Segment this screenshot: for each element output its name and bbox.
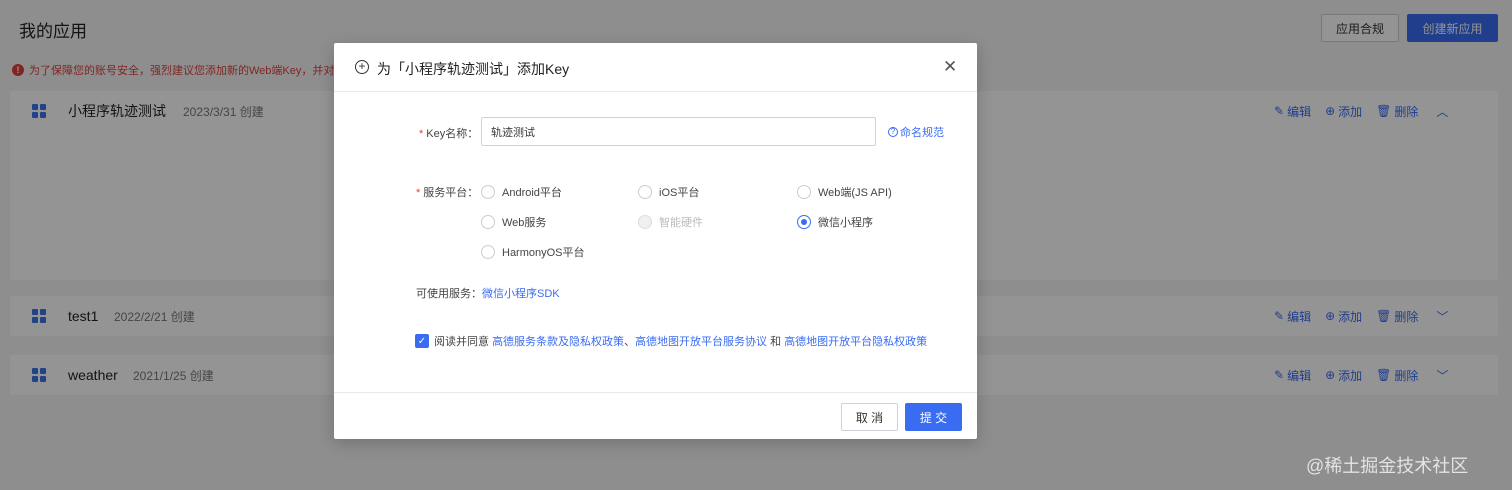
dialog-footer: 取 消 提 交 [334, 392, 977, 439]
cancel-button[interactable]: 取 消 [841, 403, 898, 431]
key-name-label: * Key名称： [419, 128, 479, 140]
platform-label: * 服务平台： [416, 187, 479, 199]
agreement-row: ✓ 阅读并同意 高德服务条款及隐私权政策 、 高德地图开放平台服务协议 和 高德… [415, 333, 927, 349]
dialog-title: 为「小程序轨迹测试」添加Key [377, 61, 570, 77]
radio-circle [638, 215, 652, 229]
radio-web-service[interactable]: Web服务 [481, 214, 546, 230]
radio-wechat-miniprogram[interactable]: 微信小程序 [797, 214, 873, 230]
submit-button[interactable]: 提 交 [905, 403, 962, 431]
service-agreement-link[interactable]: 高德地图开放平台服务协议 [635, 333, 767, 349]
radio-circle [481, 185, 495, 199]
available-services: 可使用服务：微信小程序SDK [416, 288, 560, 300]
radio-circle [481, 215, 495, 229]
radio-android[interactable]: Android平台 [481, 184, 562, 200]
close-icon[interactable]: ✕ [943, 57, 957, 77]
privacy-policy-link[interactable]: 高德地图开放平台隐私权政策 [784, 333, 927, 349]
key-name-input[interactable]: 轨迹测试 [481, 117, 876, 146]
watermark: @稀土掘金技术社区 [1306, 456, 1469, 476]
radio-circle [797, 185, 811, 199]
radio-web-js-api[interactable]: Web端(JS API) [797, 184, 892, 200]
agree-prefix: 阅读并同意 [434, 336, 489, 348]
radio-ios[interactable]: iOS平台 [638, 184, 699, 200]
service-sdk-link[interactable]: 微信小程序SDK [482, 288, 560, 300]
radio-circle [638, 185, 652, 199]
radio-harmonyos[interactable]: HarmonyOS平台 [481, 244, 585, 260]
dialog-header: + 为「小程序轨迹测试」添加Key ✕ [334, 43, 977, 92]
add-key-dialog: + 为「小程序轨迹测试」添加Key ✕ * Key名称： 轨迹测试 ? 命名规范 … [334, 43, 977, 439]
radio-circle [481, 245, 495, 259]
radio-smart-hardware: 智能硬件 [638, 214, 703, 230]
radio-circle [797, 215, 811, 229]
terms-link[interactable]: 高德服务条款及隐私权政策 [492, 333, 624, 349]
agreement-checkbox[interactable]: ✓ [415, 334, 429, 348]
plus-circle-icon: + [355, 60, 369, 74]
question-icon: ? [888, 127, 898, 137]
naming-rule-link[interactable]: ? 命名规范 [888, 124, 944, 140]
